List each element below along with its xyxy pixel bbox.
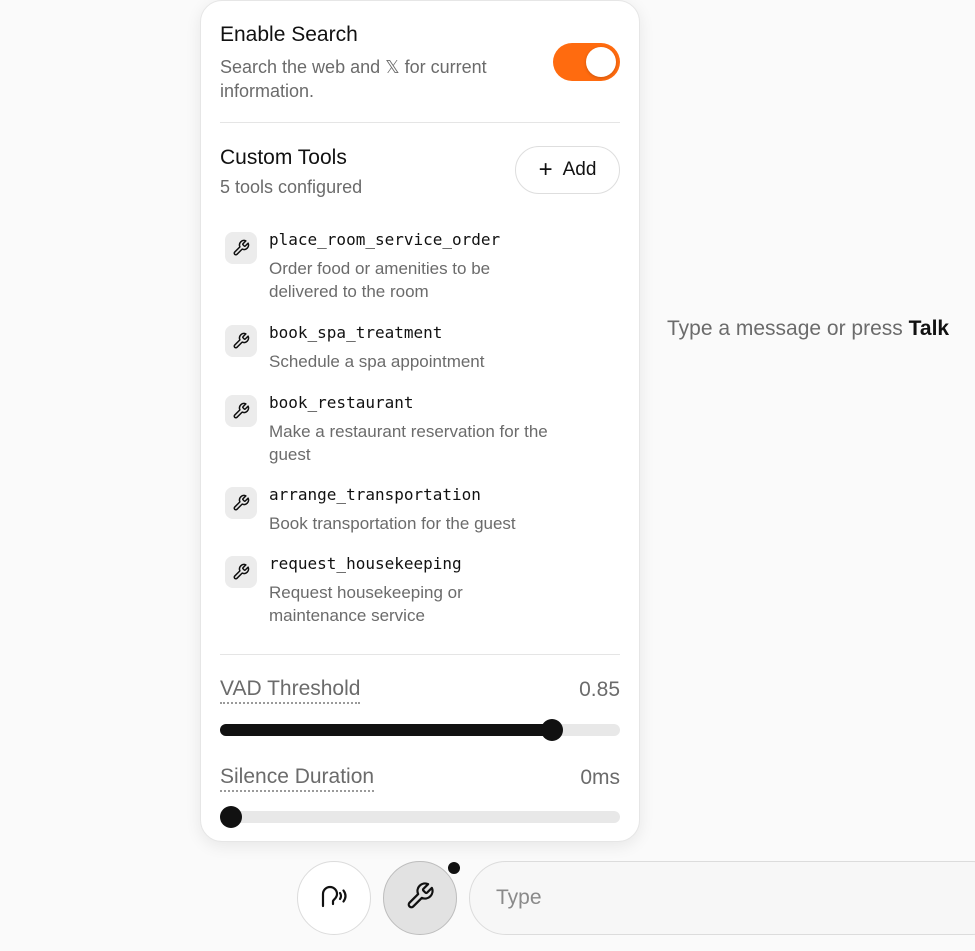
custom-tools-title: Custom Tools	[220, 146, 347, 169]
wrench-icon	[225, 395, 257, 427]
vad-threshold-label: VAD Threshold	[220, 677, 361, 704]
active-indicator-dot	[446, 860, 462, 876]
hint-talk: Talk	[908, 317, 950, 340]
add-tool-button[interactable]: + Add	[515, 146, 620, 194]
wrench-icon	[405, 881, 435, 916]
tools-button[interactable]	[383, 860, 462, 935]
settings-panel: Enable Search Search the web and 𝕏 for c…	[200, 0, 640, 842]
wrench-icon	[225, 232, 257, 264]
tool-description: Schedule a spa appointment	[269, 352, 485, 371]
toggle-knob	[586, 47, 616, 77]
enable-search-row: Enable Search Search the web and 𝕏 for c…	[220, 23, 620, 103]
plus-icon: +	[538, 156, 553, 183]
tools-count: 5 tools configured	[220, 177, 363, 197]
tool-description: Make a restaurant reservation for the gu…	[269, 422, 548, 464]
tool-name: book_spa_treatment	[269, 323, 443, 342]
tool-description: Book transportation for the guest	[269, 514, 516, 533]
silence-duration-value: 0ms	[580, 766, 620, 789]
tool-description: Request housekeeping or maintenance serv…	[269, 583, 463, 625]
silence-duration-slider[interactable]	[220, 806, 620, 828]
wrench-icon	[225, 487, 257, 519]
silence-duration-label: Silence Duration	[220, 765, 375, 792]
divider	[220, 654, 620, 655]
tool-description: Order food or amenities to be delivered …	[269, 259, 491, 301]
app-stage: Enable Search Search the web and 𝕏 for c…	[0, 0, 975, 951]
hint-text: Type a message or press	[667, 317, 909, 340]
slider-thumb[interactable]	[220, 806, 242, 828]
wrench-icon	[225, 556, 257, 588]
add-label: Add	[562, 159, 597, 180]
empty-state-hint: Type a message or press Talk	[667, 317, 949, 341]
voice-icon	[318, 880, 350, 917]
vad-threshold-slider[interactable]	[220, 719, 620, 741]
tool-name: request_housekeeping	[269, 554, 462, 573]
slider-thumb[interactable]	[541, 719, 564, 741]
tool-name: arrange_transportation	[269, 485, 481, 504]
vad-threshold-value: 0.85	[579, 678, 620, 701]
enable-search-title: Enable Search	[220, 23, 358, 46]
custom-tools-header: Custom Tools 5 tools configured + Add	[220, 144, 620, 204]
enable-search-toggle[interactable]	[553, 43, 620, 81]
divider	[220, 122, 620, 123]
wrench-icon	[225, 325, 257, 357]
tool-name: place_room_service_order	[269, 230, 501, 249]
enable-search-description: Search the web and 𝕏 for current informa…	[220, 57, 487, 101]
voice-button[interactable]	[297, 861, 371, 935]
tool-name: book_restaurant	[269, 393, 414, 412]
slider-fill	[220, 724, 560, 736]
message-input[interactable]	[469, 861, 975, 935]
